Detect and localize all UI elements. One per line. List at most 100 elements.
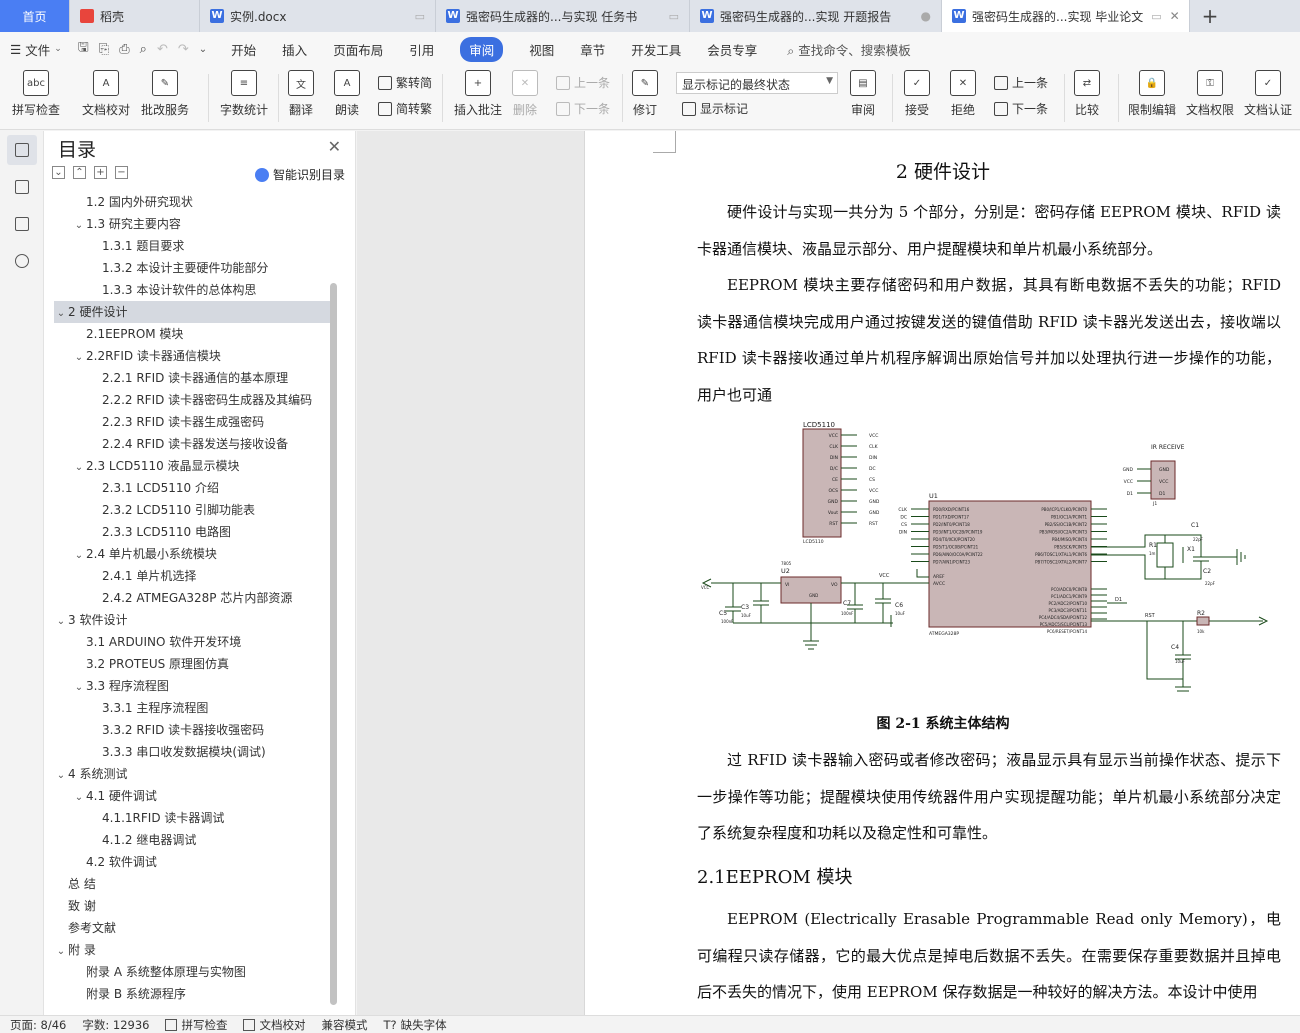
- toc-item[interactable]: ⌄ 1.3 研究主要内容: [54, 213, 330, 235]
- doc-proofread-button[interactable]: A 文档校对: [82, 70, 130, 118]
- chevron-down-icon[interactable]: ⌄: [54, 941, 68, 961]
- toc-item[interactable]: 3.3.3 串口收发数据模块(调试): [54, 741, 330, 763]
- bookmark-button[interactable]: [7, 209, 37, 239]
- toc-item[interactable]: 2.3.2 LCD5110 引脚功能表: [54, 499, 330, 521]
- expand-all-icon[interactable]: ⌃: [73, 166, 86, 179]
- chevron-down-icon[interactable]: ⌄: [72, 677, 86, 697]
- print-icon[interactable]: ⎙: [119, 42, 129, 57]
- word-count-indicator[interactable]: 字数: 12936: [82, 1017, 149, 1033]
- collapse-all-icon[interactable]: ⌄: [52, 166, 65, 179]
- toc-item[interactable]: 参考文献: [54, 917, 330, 939]
- menu-insert[interactable]: 插入: [282, 40, 307, 59]
- toc-item[interactable]: 4.1.1RFID 读卡器调试: [54, 807, 330, 829]
- toc-item[interactable]: 2.2.3 RFID 读卡器生成强密码: [54, 411, 330, 433]
- chevron-down-icon[interactable]: ⌄: [72, 457, 86, 477]
- delete-comment-button[interactable]: ✕ 删除: [512, 70, 538, 118]
- toc-item[interactable]: ⌄ 附 录: [54, 939, 330, 961]
- close-icon[interactable]: ✕: [1162, 9, 1180, 23]
- customize-icon[interactable]: ⌄: [199, 44, 207, 55]
- menu-section[interactable]: 章节: [580, 40, 605, 59]
- toc-item[interactable]: ⌄ 3 软件设计: [54, 609, 330, 631]
- toc-item[interactable]: ⌄ 2 硬件设计: [54, 301, 330, 323]
- menu-review[interactable]: 审阅: [460, 36, 504, 62]
- toc-item[interactable]: 总 结: [54, 873, 330, 895]
- command-search[interactable]: ⌕ 查找命令、搜索模板: [787, 40, 911, 59]
- toc-item[interactable]: 1.2 国内外研究现状: [54, 191, 330, 213]
- menu-references[interactable]: 引用: [409, 40, 434, 59]
- missing-font[interactable]: T? 缺失字体: [383, 1017, 446, 1033]
- tab-docer[interactable]: 稻壳: [70, 0, 200, 32]
- toc-item[interactable]: 2.2.2 RFID 读卡器密码生成器及其编码: [54, 389, 330, 411]
- track-changes-button[interactable]: ✎ 修订: [632, 70, 658, 118]
- toc-item[interactable]: 1.3.2 本设计主要硬件功能部分: [54, 257, 330, 279]
- toc-item[interactable]: 2.1EEPROM 模块: [54, 323, 330, 345]
- toc-item[interactable]: 3.2 PROTEUS 原理图仿真: [54, 653, 330, 675]
- expand-icon[interactable]: +: [94, 166, 107, 179]
- toc-item[interactable]: 2.3.1 LCD5110 介绍: [54, 477, 330, 499]
- compare-button[interactable]: ⇄ 比较: [1074, 70, 1100, 118]
- menu-layout[interactable]: 页面布局: [333, 40, 383, 59]
- chevron-down-icon[interactable]: ⌄: [72, 545, 86, 565]
- prev-change-button[interactable]: 上一条: [994, 74, 1048, 91]
- show-markup-button[interactable]: 显示标记: [682, 100, 748, 117]
- toc-item[interactable]: ⌄ 4 系统测试: [54, 763, 330, 785]
- toc-item[interactable]: 3.1 ARDUINO 软件开发环境: [54, 631, 330, 653]
- spell-check-toggle[interactable]: 拼写检查: [165, 1017, 227, 1033]
- toc-item[interactable]: ⌄ 2.4 单片机最小系统模块: [54, 543, 330, 565]
- review-pane-button[interactable]: ▤ 审阅: [850, 70, 876, 118]
- redo-icon[interactable]: ↷: [178, 42, 189, 57]
- toc-item[interactable]: 附录 B 系统源程序: [54, 983, 330, 1005]
- toc-item[interactable]: 4.1.2 继电器调试: [54, 829, 330, 851]
- undo-icon[interactable]: ↶: [157, 42, 168, 57]
- toc-item[interactable]: 3.3.2 RFID 读卡器接收强密码: [54, 719, 330, 741]
- toc-item[interactable]: 3.3.1 主程序流程图: [54, 697, 330, 719]
- tab-example-docx[interactable]: W 实例.docx ▭: [200, 0, 436, 32]
- toc-item[interactable]: ⌄ 3.3 程序流程图: [54, 675, 330, 697]
- markup-state-select[interactable]: 显示标记的最终状态 ▼: [676, 72, 838, 94]
- toc-item[interactable]: 附录 A 系统整体原理与实物图: [54, 961, 330, 983]
- toc-item[interactable]: ⌄ 2.2RFID 读卡器通信模块: [54, 345, 330, 367]
- trad-to-simp-button[interactable]: 繁转简: [378, 74, 432, 91]
- menu-developer[interactable]: 开发工具: [631, 40, 681, 59]
- tab-task-book[interactable]: W 强密码生成器的...与实现 任务书 ▭: [436, 0, 690, 32]
- toc-item[interactable]: 致 谢: [54, 895, 330, 917]
- doc-certify-button[interactable]: ✓ 文档认证: [1244, 70, 1292, 118]
- simp-to-trad-button[interactable]: 简转繁: [378, 100, 432, 117]
- translate-button[interactable]: 文 翻译: [288, 70, 314, 118]
- toc-item[interactable]: 2.2.1 RFID 读卡器通信的基本原理: [54, 367, 330, 389]
- file-menu[interactable]: ☰ 文件 ⌄: [10, 40, 62, 59]
- chapter-nav-button[interactable]: [7, 172, 37, 202]
- chevron-down-icon[interactable]: ⌄: [72, 347, 86, 367]
- prev-comment-button[interactable]: 上一条: [556, 74, 610, 91]
- close-icon[interactable]: ✕: [328, 137, 341, 156]
- chevron-down-icon[interactable]: ⌄: [54, 611, 68, 631]
- insert-comment-button[interactable]: + 插入批注: [454, 70, 502, 118]
- toc-pane-button[interactable]: [7, 135, 37, 165]
- chevron-down-icon[interactable]: ⌄: [72, 787, 86, 807]
- toc-item[interactable]: 2.2.4 RFID 读卡器发送与接收设备: [54, 433, 330, 455]
- doc-permission-button[interactable]: ⚿ 文档权限: [1186, 70, 1234, 118]
- proofread-toggle[interactable]: 文档校对: [243, 1017, 305, 1033]
- chevron-down-icon[interactable]: ⌄: [54, 303, 68, 323]
- tab-thesis[interactable]: W 强密码生成器的...实现 毕业论文 ▭ ✕: [942, 0, 1190, 32]
- chevron-down-icon[interactable]: ⌄: [72, 215, 86, 235]
- compat-mode[interactable]: 兼容模式: [321, 1017, 367, 1033]
- word-count-button[interactable]: ≡ 字数统计: [220, 70, 268, 118]
- toc-item[interactable]: 2.4.2 ATMEGA328P 芯片内部资源: [54, 587, 330, 609]
- tab-proposal[interactable]: W 强密码生成器的...实现 开题报告 ●: [690, 0, 942, 32]
- toc-item[interactable]: ⌄ 2.3 LCD5110 液晶显示模块: [54, 455, 330, 477]
- toc-scrollbar[interactable]: [330, 283, 337, 1005]
- menu-view[interactable]: 视图: [529, 40, 554, 59]
- export-icon[interactable]: ⎘: [99, 42, 109, 57]
- tab-home[interactable]: 首页: [0, 0, 70, 32]
- print-preview-icon[interactable]: ⌕: [140, 42, 147, 57]
- spell-check-button[interactable]: abc 拼写检查: [12, 70, 60, 118]
- smart-toc-button[interactable]: 智能识别目录: [254, 166, 345, 183]
- menu-home[interactable]: 开始: [231, 40, 256, 59]
- batch-service-button[interactable]: ✎ 批改服务: [141, 70, 189, 118]
- find-button[interactable]: [7, 246, 37, 276]
- toc-item[interactable]: 2.3.3 LCD5110 电路图: [54, 521, 330, 543]
- page-indicator[interactable]: 页面: 8/46: [10, 1017, 66, 1033]
- document-page[interactable]: 2 硬件设计 硬件设计与实现一共分为 5 个部分，分别是：密码存储 EEPROM…: [584, 131, 1300, 1015]
- next-change-button[interactable]: 下一条: [994, 100, 1048, 117]
